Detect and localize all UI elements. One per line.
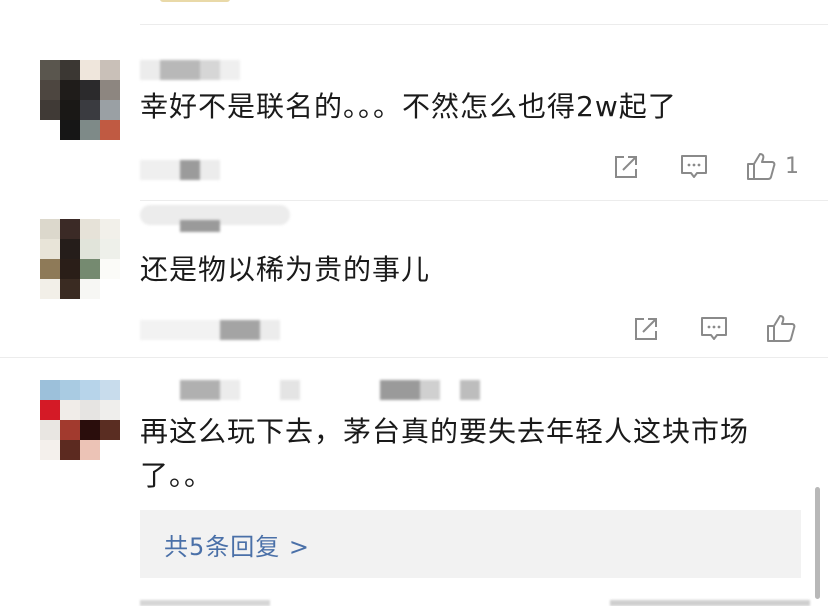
- comment-text: 再这么玩下去，茅台真的要失去年轻人这块市场了。。: [140, 415, 750, 492]
- previous-item-tab: [160, 0, 230, 2]
- divider: [0, 357, 828, 358]
- like-button[interactable]: 1: [745, 150, 799, 182]
- like-count: 1: [785, 153, 799, 179]
- comment-timestamp: [140, 320, 280, 340]
- divider: [140, 200, 828, 201]
- reply-button[interactable]: [698, 314, 730, 344]
- username[interactable]: [160, 380, 480, 400]
- avatar[interactable]: [40, 219, 120, 299]
- comment-text: 还是物以稀为贵的事儿: [140, 253, 431, 286]
- share-icon: [635, 318, 657, 340]
- reply-summary-box[interactable]: 共5条回复 >: [140, 510, 801, 578]
- avatar[interactable]: [40, 380, 120, 460]
- like-icon: [747, 153, 776, 180]
- username[interactable]: [140, 205, 300, 232]
- reply-icon: [701, 317, 727, 340]
- divider: [140, 24, 828, 25]
- share-icon: [615, 156, 637, 178]
- scrollbar[interactable]: [815, 487, 820, 599]
- share-button[interactable]: [631, 314, 661, 344]
- username[interactable]: [140, 60, 250, 80]
- share-button[interactable]: [611, 152, 641, 182]
- avatar[interactable]: [40, 60, 120, 140]
- reply-button[interactable]: [678, 152, 710, 182]
- next-comment-actions: [610, 600, 810, 606]
- like-icon: [767, 315, 796, 342]
- view-replies-link[interactable]: 共5条回复 >: [164, 527, 310, 562]
- comment-timestamp: [140, 160, 220, 180]
- reply-icon: [681, 155, 707, 178]
- like-button[interactable]: [765, 312, 797, 344]
- comment-text: 幸好不是联名的。。。不然怎么也得2w起了: [140, 90, 677, 123]
- next-comment-meta: [140, 600, 270, 606]
